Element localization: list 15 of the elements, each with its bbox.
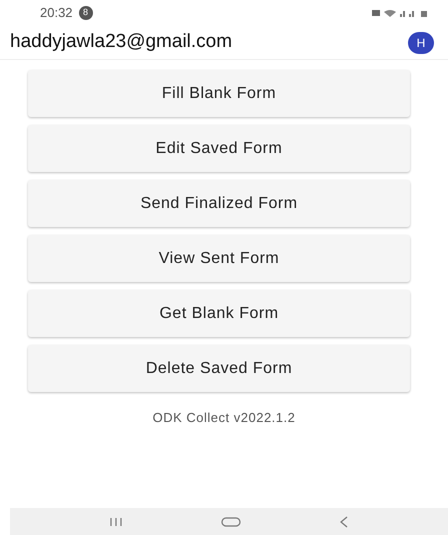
back-icon[interactable]: [340, 516, 348, 528]
menu-button[interactable]: Get Blank Form: [28, 290, 410, 337]
recents-icon[interactable]: [110, 518, 122, 526]
menu-button[interactable]: Fill Blank Form: [28, 70, 410, 117]
home-icon[interactable]: [220, 516, 241, 526]
account-email: haddyjawla23@gmail.com: [10, 30, 232, 54]
version-text: ODK Collect v2022.1.2: [152, 409, 296, 427]
status-time: 20:32: [40, 4, 73, 22]
avatar-button[interactable]: H: [408, 32, 434, 54]
notification-badge: 8: [78, 6, 93, 20]
menu-button[interactable]: Send Finalized Form: [28, 180, 410, 227]
menu-button[interactable]: Delete Saved Form: [28, 345, 410, 392]
status-icons-drawing: [372, 8, 428, 18]
menu-button[interactable]: View Sent Form: [28, 235, 410, 282]
menu-button[interactable]: Edit Saved Form: [28, 125, 410, 172]
